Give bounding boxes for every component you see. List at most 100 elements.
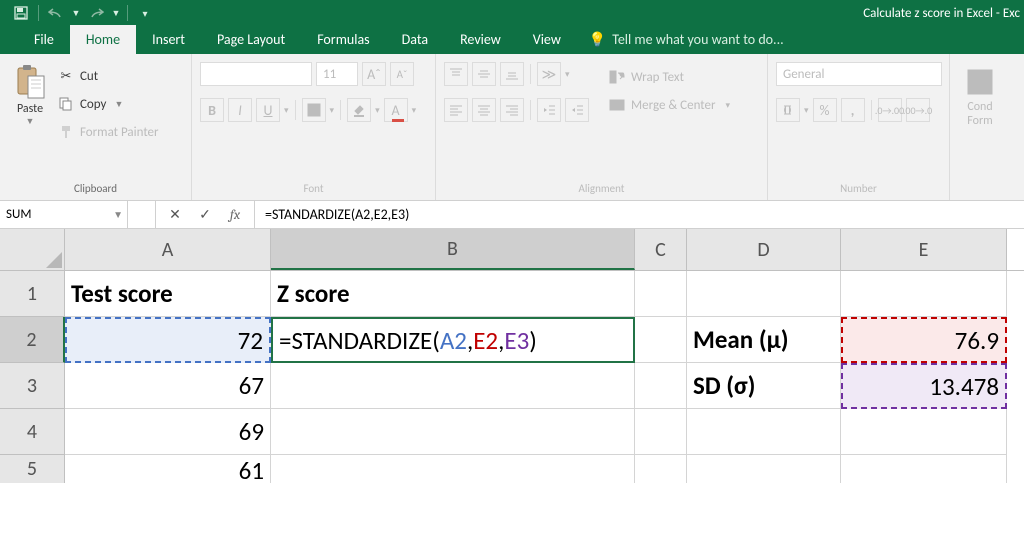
cell-D3[interactable]: SD (σ) [687,363,841,409]
col-header-E[interactable]: E [841,229,1007,270]
window-title: Calculate z score in Excel - Exc [863,6,1024,21]
number-format-select[interactable] [776,62,942,86]
cell-E5[interactable] [841,455,1007,483]
bold-button[interactable]: B [200,98,224,122]
borders-icon[interactable] [302,98,326,122]
align-bottom-icon[interactable] [500,62,524,86]
fill-color-icon[interactable] [347,98,371,122]
cell-A1[interactable]: Test score [65,271,271,317]
cell-E2[interactable]: 76.9 [841,317,1007,363]
redo-icon[interactable] [85,2,107,24]
row-header-2[interactable]: 2 [0,317,65,363]
comma-icon[interactable]: , [841,98,865,122]
wrap-text-icon [609,69,625,85]
align-left-icon[interactable] [444,98,468,122]
cell-E1[interactable] [841,271,1007,317]
cell-C5[interactable] [635,455,687,483]
cell-B2-formula: =STANDARDIZE(A2,E2,E3) [279,325,537,356]
brush-icon [58,124,74,140]
tell-me-search[interactable]: 💡 Tell me what you want to do... [577,25,796,54]
underline-button[interactable]: U [256,98,280,122]
col-header-A[interactable]: A [65,229,271,270]
tab-view[interactable]: View [517,25,577,54]
cell-C3[interactable] [635,363,687,409]
cell-A2[interactable]: 72 [65,317,271,363]
col-header-B[interactable]: B [271,229,635,270]
cell-E4[interactable] [841,409,1007,455]
font-size-input[interactable] [316,62,358,86]
align-center-icon[interactable] [472,98,496,122]
enter-formula-button[interactable]: ✓ [190,201,220,229]
select-all-corner[interactable] [0,229,65,270]
redo-dropdown-icon[interactable]: ▼ [111,2,121,24]
cell-B4[interactable] [271,409,635,455]
name-box-dropdown-icon[interactable]: ▼ [113,208,123,221]
qat-customize-icon[interactable]: ▾ [134,2,156,24]
paste-label: Paste [17,102,43,116]
ribbon-group-number: ▾ % , .0→.00 .00→.0 Number [768,54,950,200]
merge-center-button[interactable]: Merge & Center ▾ [605,92,734,118]
row-header-1[interactable]: 1 [0,271,65,317]
tab-home[interactable]: Home [70,25,136,54]
font-family-input[interactable] [200,62,312,86]
alignment-group-label: Alignment [444,179,759,198]
cell-D4[interactable] [687,409,841,455]
col-header-D[interactable]: D [687,229,841,270]
decrease-font-icon[interactable]: Aˇ [390,62,414,86]
scissors-icon: ✂ [58,68,74,84]
orientation-icon[interactable]: ≫ [537,62,561,86]
name-box[interactable]: SUM ▼ [0,201,128,228]
cell-B2[interactable]: =STANDARDIZE(A2,E2,E3) [271,317,635,363]
cut-button[interactable]: ✂ Cut [58,64,159,88]
merge-icon [609,97,625,113]
cell-D1[interactable] [687,271,841,317]
cell-C1[interactable] [635,271,687,317]
cell-C2[interactable] [635,317,687,363]
tab-data[interactable]: Data [386,25,444,54]
cell-D5[interactable] [687,455,841,483]
align-right-icon[interactable] [500,98,524,122]
font-color-icon[interactable]: A [384,98,408,122]
increase-font-icon[interactable]: Aˆ [362,62,386,86]
format-painter-label: Format Painter [80,125,159,140]
tab-insert[interactable]: Insert [136,25,201,54]
currency-icon[interactable] [776,98,800,122]
wrap-text-button[interactable]: Wrap Text [605,64,734,90]
cell-E3[interactable]: 13.478 [841,363,1007,409]
decrease-indent-icon[interactable] [537,98,561,122]
ribbon-group-clipboard: Paste ▼ ✂ Cut Copy ▼ [0,54,192,200]
row-header-3[interactable]: 3 [0,363,65,409]
tab-page-layout[interactable]: Page Layout [201,25,301,54]
tab-formulas[interactable]: Formulas [301,25,385,54]
cancel-formula-button[interactable]: ✕ [160,201,190,229]
cell-B5[interactable] [271,455,635,483]
row-header-5[interactable]: 5 [0,455,65,483]
conditional-formatting-icon [966,68,994,96]
fx-button[interactable]: fx [220,201,250,229]
percent-icon[interactable]: % [813,98,837,122]
save-icon[interactable] [10,2,32,24]
cell-C4[interactable] [635,409,687,455]
cell-A4[interactable]: 69 [65,409,271,455]
italic-button[interactable]: I [228,98,252,122]
cell-D2[interactable]: Mean (μ) [687,317,841,363]
cell-B1[interactable]: Z score [271,271,635,317]
col-header-C[interactable]: C [635,229,687,270]
align-top-icon[interactable] [444,62,468,86]
undo-icon[interactable] [45,2,67,24]
cell-B3[interactable] [271,363,635,409]
increase-indent-icon[interactable] [565,98,589,122]
increase-decimal-icon[interactable]: .0→.00 [878,98,902,122]
decrease-decimal-icon[interactable]: .00→.0 [906,98,930,122]
cell-A3[interactable]: 67 [65,363,271,409]
paste-button[interactable]: Paste ▼ [8,60,52,144]
copy-button[interactable]: Copy ▼ [58,92,159,116]
undo-dropdown-icon[interactable]: ▼ [71,2,81,24]
row-header-4[interactable]: 4 [0,409,65,455]
formula-input[interactable]: =STANDARDIZE(A2,E2,E3) [255,201,1024,228]
tab-file[interactable]: File [18,25,70,54]
tab-review[interactable]: Review [444,25,517,54]
cell-A5[interactable]: 61 [65,455,271,483]
align-middle-icon[interactable] [472,62,496,86]
format-painter-button[interactable]: Format Painter [58,120,159,144]
